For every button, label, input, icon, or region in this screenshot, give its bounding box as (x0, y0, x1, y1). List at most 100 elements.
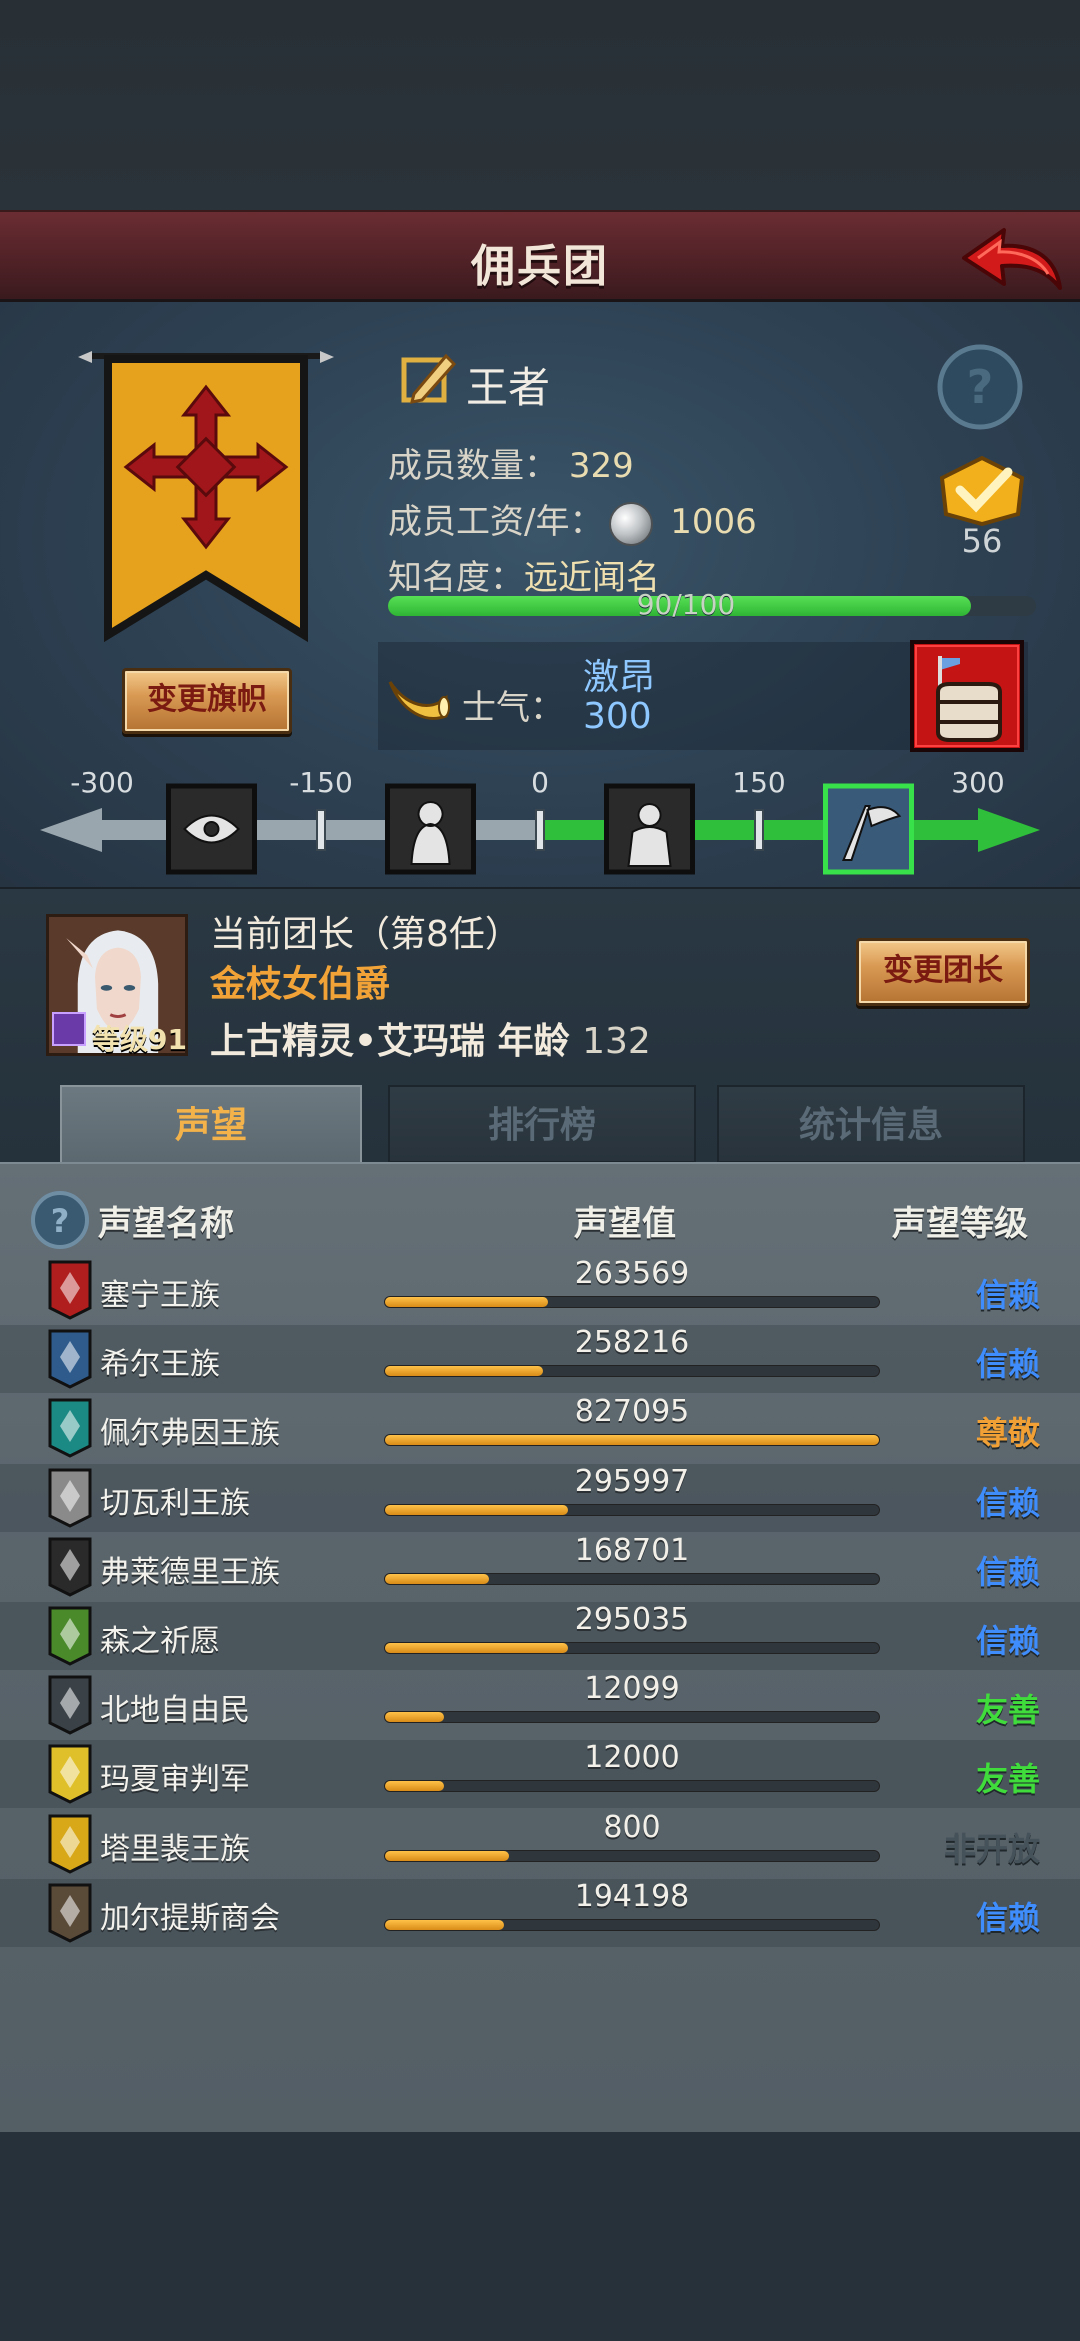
reputation-row[interactable]: 切瓦利王族 295997 信赖 (0, 1463, 1080, 1532)
keg-flag-icon[interactable] (910, 640, 1024, 752)
faction-name: 塔里裴王族 (100, 1831, 250, 1867)
reputation-value: 800 (603, 1809, 661, 1845)
reputation-bar-fill (385, 1919, 504, 1930)
reputation-bar (384, 1503, 880, 1516)
column-header-level: 声望等级 (892, 1204, 1028, 1244)
horn-icon (388, 681, 450, 720)
faction-name: 北地自由民 (100, 1693, 250, 1729)
guild-rank-name: 王者 (466, 363, 551, 412)
reputation-row[interactable]: 塔里裴王族 800 非开放 (0, 1810, 1080, 1878)
reputation-value: 263569 (574, 1256, 690, 1291)
morale-state: 激昂 (583, 657, 656, 698)
members-stat: 成员数量： 329 (388, 438, 634, 487)
reputation-value: 295035 (574, 1602, 690, 1637)
faction-name: 森之祈愿 (100, 1624, 220, 1659)
reputation-level: 信赖 (975, 1898, 1040, 1937)
tab-ranking[interactable]: 排行榜 (388, 1085, 696, 1163)
leader-age-label: 年龄 (497, 1021, 570, 1062)
reputation-level: 尊敬 (975, 1414, 1040, 1453)
back-arrow-icon[interactable] (956, 218, 1066, 302)
leader-name: 上古精灵•艾玛瑞 (210, 1021, 486, 1062)
reputation-row[interactable]: 玛夏审判军 12000 友善 (0, 1740, 1080, 1809)
scale-tick-label: 300 (951, 766, 1004, 799)
despair-figure-icon (385, 783, 476, 875)
column-header-name: 声望名称 (98, 1204, 234, 1244)
reputation-level: 信赖 (975, 1552, 1040, 1591)
reputation-bar-fill (385, 1850, 509, 1861)
reputation-bar (384, 1434, 880, 1447)
reputation-bar-fill (385, 1297, 549, 1307)
axe-crest-icon (48, 1675, 92, 1735)
scale-tick-label: -150 (289, 766, 353, 799)
scale-track-right-arrow (978, 808, 1040, 852)
wage-stat: 成员工资/年： 1006 (388, 494, 757, 546)
reputation-row[interactable]: 希尔王族 258216 信赖 (0, 1325, 1080, 1394)
change-flag-button[interactable]: 变更旗帜 (122, 668, 292, 734)
guild-banner[interactable] (78, 345, 334, 650)
faction-name: 塞宁王族 (100, 1278, 220, 1313)
reputation-level: 友善 (975, 1760, 1040, 1799)
reputation-bar (384, 1711, 880, 1724)
guild-screen: 佣兵团 变更旗帜 王者 ? 成员数量： 329 成员工资/年： 1006 知名度… (0, 0, 1080, 2341)
reputation-bar (384, 1642, 880, 1654)
wage-value: 1006 (670, 502, 757, 542)
leader-rank: 金枝女伯爵 (210, 964, 391, 1005)
gold-crown-crest-icon (48, 1814, 92, 1874)
change-leader-button[interactable]: 变更团长 (856, 938, 1030, 1006)
help-icon[interactable]: ? (936, 343, 1024, 431)
green-tree-crest-icon (48, 1606, 92, 1666)
page-title: 佣兵团 (471, 241, 609, 292)
faction-name: 玛夏审判军 (100, 1762, 250, 1798)
faction-name: 希尔王族 (100, 1347, 220, 1383)
reputation-row[interactable]: 佩尔弗因王族 827095 尊敬 (0, 1394, 1080, 1462)
scale-tick-label: 150 (732, 766, 785, 799)
faction-name: 弗莱德里王族 (100, 1554, 280, 1590)
reputation-level: 友善 (975, 1691, 1040, 1730)
members-label: 成员数量： (388, 446, 558, 486)
scales-crest-icon (48, 1468, 92, 1528)
reputation-value: 295997 (574, 1463, 690, 1499)
reputation-value: 258216 (574, 1325, 690, 1361)
fame-progress-text: 90/100 (636, 588, 736, 621)
reputation-bar-fill (385, 1435, 879, 1446)
wage-label: 成员工资/年： (388, 502, 604, 542)
morale-scale: -300 -150 0 150 300 (40, 762, 1040, 882)
leader-name-line: 上古精灵•艾玛瑞 年龄 132 (210, 1012, 651, 1064)
reputation-bar-fill (385, 1573, 489, 1584)
reputation-bar-fill (385, 1643, 568, 1653)
red-lion-crest-icon (48, 1260, 92, 1320)
reputation-bar-fill (385, 1781, 445, 1792)
tab-stats[interactable]: 统计信息 (717, 1085, 1025, 1163)
reputation-bar (384, 1849, 880, 1862)
reputation-value: 168701 (574, 1532, 690, 1568)
teal-moon-crest-icon (48, 1398, 92, 1459)
yellow-sun-crest-icon (48, 1744, 92, 1805)
reputation-help-icon[interactable]: ? (30, 1190, 90, 1250)
reputation-bar (384, 1918, 880, 1931)
reputation-level: 信赖 (975, 1483, 1040, 1522)
reputation-level: 信赖 (975, 1276, 1040, 1314)
reputation-row[interactable]: 弗莱德里王族 168701 信赖 (0, 1533, 1080, 1601)
reputation-bar (384, 1296, 880, 1308)
title-bar: 佣兵团 (0, 210, 1080, 302)
guild-level-badge-icon[interactable] (934, 456, 1030, 526)
pencil-edit-icon[interactable] (400, 350, 458, 408)
reputation-row[interactable]: 北地自由民 12099 友善 (0, 1671, 1080, 1739)
reputation-row[interactable]: 加尔提斯商会 194198 信赖 (0, 1878, 1080, 1947)
tab-reputation[interactable]: 声望 (60, 1085, 362, 1163)
reputation-bar (384, 1572, 880, 1585)
scale-tick (535, 809, 545, 851)
morale-scale-track: -300 -150 0 150 300 (40, 766, 1040, 875)
leader-title: 当前团长（第8任） (210, 914, 521, 955)
staff-class-icon (52, 1012, 86, 1046)
reputation-bar (384, 1365, 880, 1378)
reputation-row[interactable]: 森之祈愿 295035 信赖 (0, 1602, 1080, 1670)
chest-crest-icon (48, 1883, 92, 1943)
scale-tick (754, 809, 764, 851)
reputation-row[interactable]: 塞宁王族 263569 信赖 (0, 1256, 1080, 1324)
reputation-bar-fill (385, 1366, 544, 1377)
reputation-bar-fill (385, 1504, 568, 1515)
leader-level: 等级91 (92, 1023, 187, 1056)
morale-value: 300 (583, 696, 652, 737)
reputation-level: 非开放 (943, 1829, 1040, 1868)
